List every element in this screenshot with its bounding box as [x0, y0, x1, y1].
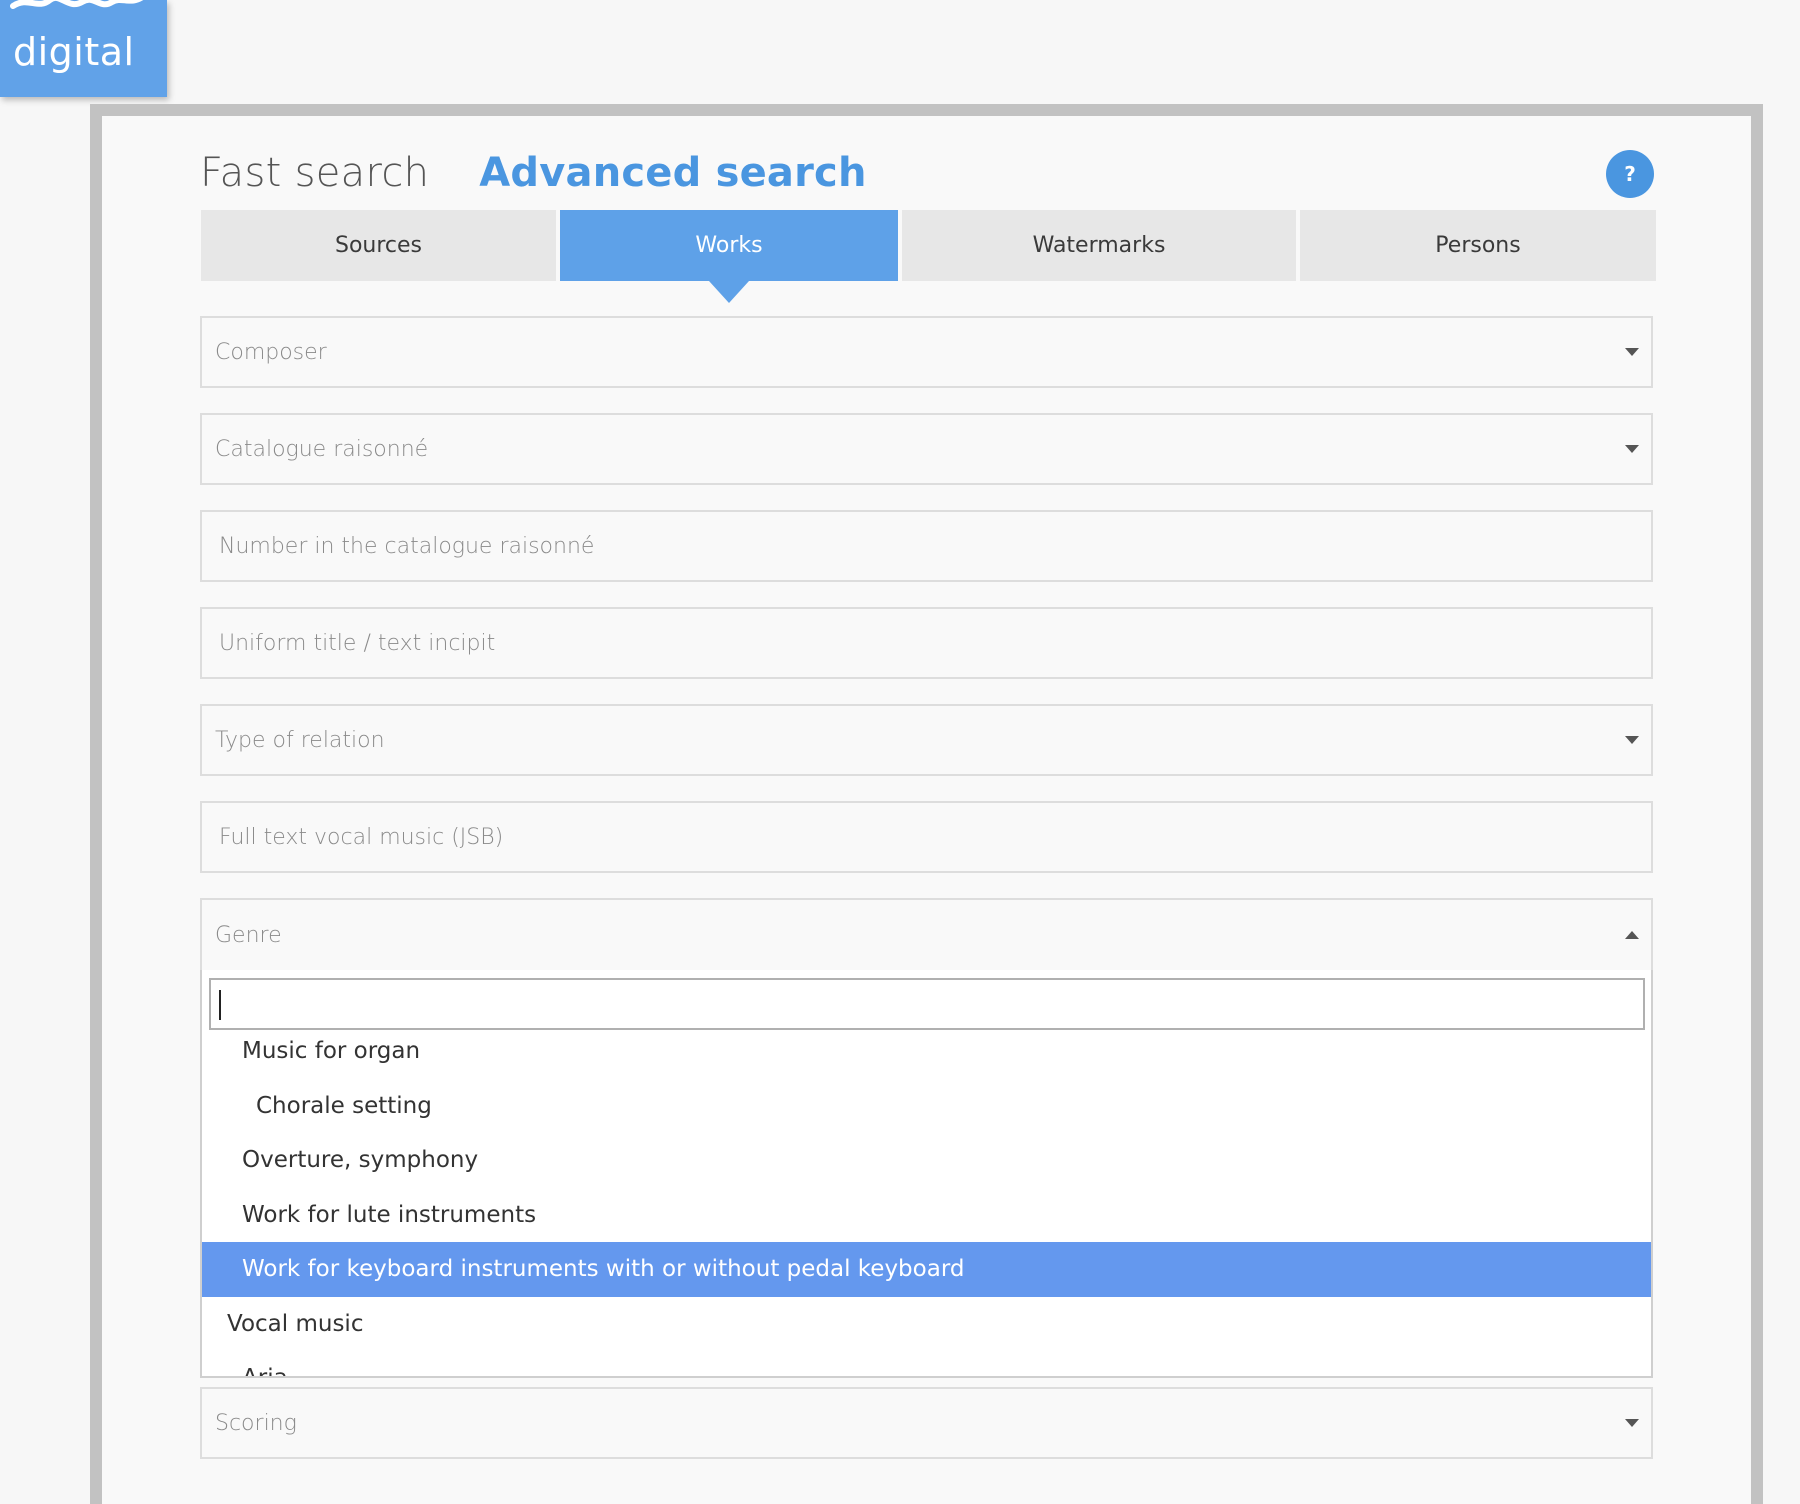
genre-option-highlighted[interactable]: Work for keyboard instruments with or wi…: [202, 1242, 1651, 1297]
genre-search-input[interactable]: [209, 978, 1645, 1030]
tab-persons[interactable]: Persons: [1300, 210, 1656, 281]
relation-type-placeholder: Type of relation: [215, 727, 385, 753]
genre-option[interactable]: Vocal music: [202, 1297, 1651, 1352]
text-cursor: [219, 990, 221, 1020]
help-icon: ?: [1624, 162, 1636, 186]
catalogue-number-placeholder: Number in the catalogue raisonné: [219, 533, 595, 559]
genre-option-label: Vocal music: [227, 1310, 364, 1337]
genre-option-label: Overture, symphony: [242, 1147, 479, 1174]
genre-option-label: Work for lute instruments: [242, 1201, 537, 1228]
tab-label: Watermarks: [1032, 233, 1166, 258]
genre-option[interactable]: Work for lute instruments: [202, 1188, 1651, 1243]
search-category-tabs: Sources Works Watermarks Persons: [201, 210, 1656, 303]
genre-option-list: Music for organ Chorale setting Overture…: [202, 1024, 1651, 1376]
help-button[interactable]: ?: [1606, 150, 1654, 198]
catalogue-placeholder: Catalogue raisonné: [215, 436, 429, 462]
full-text-placeholder: Full text vocal music (JSB): [219, 824, 504, 850]
genre-select[interactable]: Genre: [200, 898, 1653, 970]
site-logo[interactable]: digital: [0, 0, 167, 97]
genre-dropdown: Music for organ Chorale setting Overture…: [200, 970, 1653, 1378]
logo-script-mark: [10, 0, 144, 9]
tab-label: Sources: [334, 233, 423, 258]
scoring-placeholder: Scoring: [215, 1410, 297, 1436]
genre-option[interactable]: Overture, symphony: [202, 1133, 1651, 1188]
tab-watermarks[interactable]: Watermarks: [902, 210, 1296, 281]
fast-search-link[interactable]: Fast search: [200, 150, 429, 196]
chevron-down-icon: [1625, 445, 1639, 453]
genre-option-label: Music for organ: [242, 1038, 421, 1065]
genre-option[interactable]: Chorale setting: [202, 1079, 1651, 1134]
chevron-down-icon: [1625, 348, 1639, 356]
tab-label: Works: [695, 233, 763, 258]
composer-select[interactable]: Composer: [200, 316, 1653, 388]
chevron-up-icon: [1625, 931, 1639, 939]
genre-placeholder: Genre: [215, 922, 282, 948]
genre-option-label: Aria: [242, 1365, 288, 1376]
search-mode-switch: Fast search Advanced search: [200, 150, 867, 200]
chevron-down-icon: [1625, 1419, 1639, 1427]
tab-label: Persons: [1435, 233, 1521, 258]
relation-type-select[interactable]: Type of relation: [200, 704, 1653, 776]
composer-placeholder: Composer: [215, 339, 327, 365]
full-text-input[interactable]: Full text vocal music (JSB): [200, 801, 1653, 873]
catalogue-number-input[interactable]: Number in the catalogue raisonné: [200, 510, 1653, 582]
scoring-select[interactable]: Scoring: [200, 1387, 1653, 1459]
genre-option-label: Chorale setting: [256, 1092, 432, 1119]
chevron-down-icon: [1625, 736, 1639, 744]
tab-sources[interactable]: Sources: [201, 210, 556, 281]
logo-text: digital: [13, 30, 135, 74]
tab-works[interactable]: Works: [560, 210, 898, 303]
genre-option[interactable]: Music for organ: [202, 1024, 1651, 1079]
genre-option[interactable]: Aria: [202, 1351, 1651, 1376]
catalogue-select[interactable]: Catalogue raisonné: [200, 413, 1653, 485]
genre-option-label: Work for keyboard instruments with or wi…: [242, 1256, 965, 1283]
uniform-title-placeholder: Uniform title / text incipit: [219, 630, 496, 656]
uniform-title-input[interactable]: Uniform title / text incipit: [200, 607, 1653, 679]
advanced-search-link[interactable]: Advanced search: [479, 150, 866, 196]
active-tab-caret-icon: [709, 281, 749, 303]
